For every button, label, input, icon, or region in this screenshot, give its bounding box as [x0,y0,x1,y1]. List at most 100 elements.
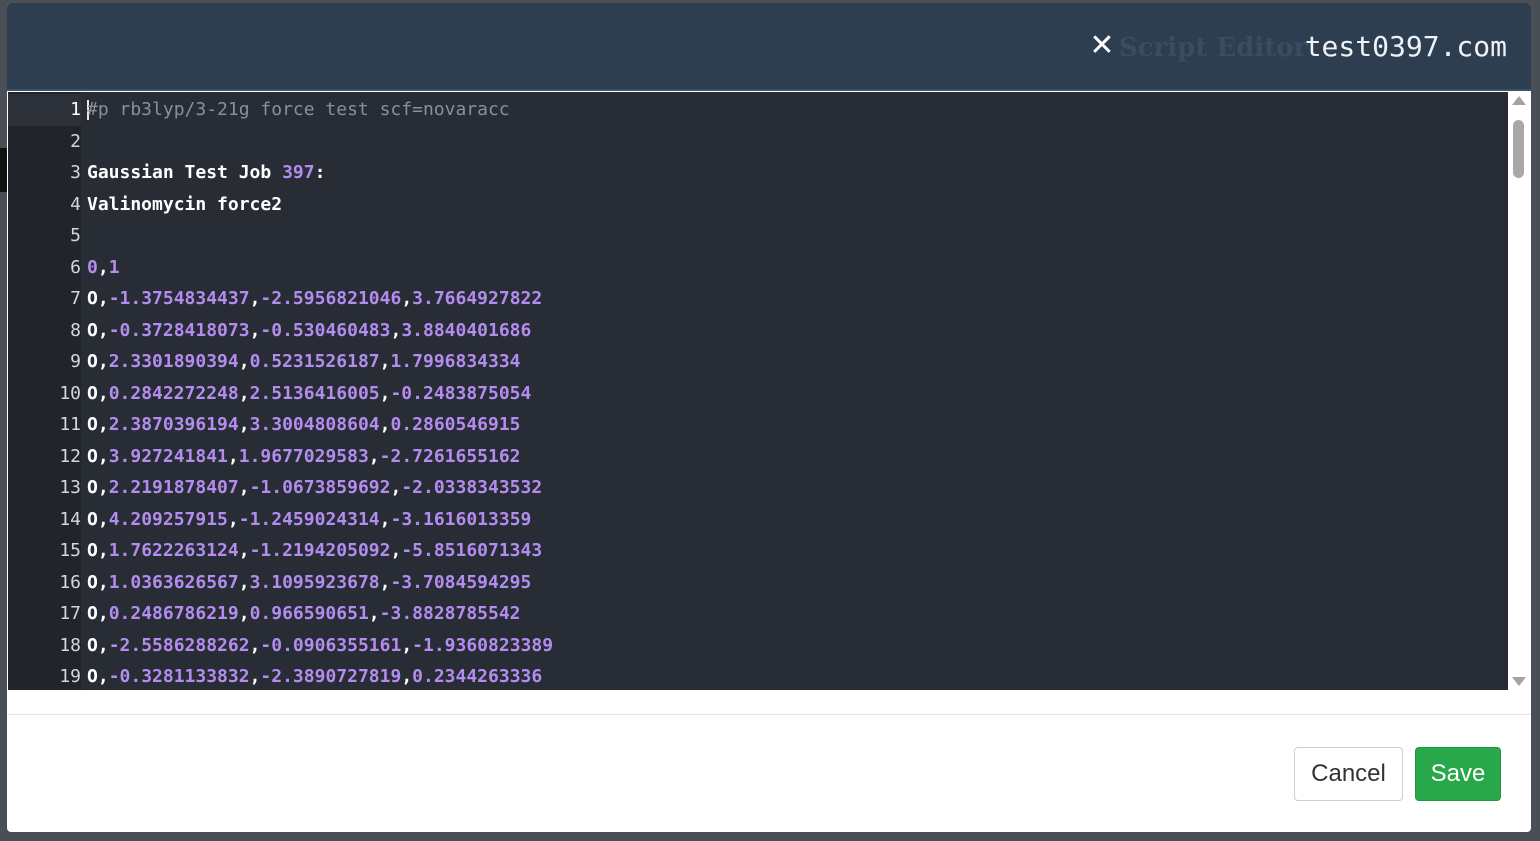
code-token: 3.1095923678 [249,571,380,593]
save-button[interactable]: Save [1415,747,1501,801]
line-code[interactable]: O,2.3301890394,0.5231526187,1.7996834334 [87,346,521,378]
line-code[interactable]: #p rb3lyp/3-21g force test scf=novaracc [87,94,510,126]
code-token: , [401,634,413,656]
editor-line[interactable]: 8 O,-0.3728418073,-0.530460483,3.88404016… [8,315,1508,347]
editor-line[interactable]: 6 0,1 [8,252,1508,284]
code-token: O, [87,477,109,498]
editor-line[interactable]: 7 O,-1.3754834437,-2.5956821046,3.7664927… [8,283,1508,315]
editor-line[interactable]: 3 Gaussian Test Job 397: [8,157,1508,189]
line-number-label: 2 [70,130,81,152]
line-number-label: 7 [70,288,81,309]
line-number-label: 4 [70,193,81,215]
line-number: 17 [8,598,81,630]
editor-line[interactable]: 5 [8,220,1508,252]
line-code[interactable]: O,1.7622263124,-1.2194205092,-5.85160713… [87,535,542,567]
code-token: , [368,445,380,467]
cancel-button[interactable]: Cancel [1294,747,1403,801]
editor-line[interactable]: 16 O,1.0363626567,3.1095923678,-3.7084594… [8,567,1508,599]
line-number: 15 [8,535,81,567]
editor-line[interactable]: 12 O,3.927241841,1.9677029583,-2.72616551… [8,441,1508,473]
editor-line[interactable]: 15 O,1.7622263124,-1.2194205092,-5.851607… [8,535,1508,567]
code-token: 4.209257915 [108,508,228,530]
code-token: -1.3754834437 [108,288,250,309]
code-token: , [249,288,261,309]
code-token: : [314,162,326,183]
code-token: -2.5956821046 [260,288,402,309]
code-token: O, [87,571,109,593]
editor-scrollbar[interactable] [1508,92,1529,690]
code-token: O, [87,382,109,404]
scroll-thumb[interactable] [1513,120,1524,178]
footer-divider [7,714,1531,715]
editor-line[interactable]: 11 O,2.3870396194,3.3004808604,0.28605469… [8,409,1508,441]
line-code[interactable]: O,-1.3754834437,-2.5956821046,3.76649278… [87,283,542,315]
code-token: -1.0673859692 [249,477,391,498]
line-number: 2 [8,126,81,158]
close-icon[interactable]: ✕ [1088,29,1116,63]
editor-line[interactable]: 2 [8,126,1508,158]
code-token: , [227,508,239,530]
code-editor[interactable]: 1 #p rb3lyp/3-21g force test scf=novaracc… [8,92,1529,690]
code-token: 1.7622263124 [108,540,239,561]
line-code[interactable]: O,2.3870396194,3.3004808604,0.2860546915 [87,409,521,441]
line-number-label: 12 [59,445,81,467]
editor-line[interactable]: 18 O,-2.5586288262,-0.0906355161,-1.93608… [8,630,1508,662]
code-token: -1.9360823389 [412,634,554,656]
line-code[interactable]: Gaussian Test Job 397: [87,157,325,189]
line-code[interactable]: O,-0.3281133832,-2.3890727819,0.23442633… [87,661,542,690]
line-number-label: 19 [59,666,81,687]
editor-line[interactable]: 13 O,2.2191878407,-1.0673859692,-2.033834… [8,472,1508,504]
line-code[interactable]: O,0.2842272248,2.5136416005,-0.248387505… [87,378,531,410]
code-token: 2.5136416005 [249,382,380,404]
code-token: O, [87,603,109,624]
editor-line[interactable]: 9 O,2.3301890394,0.5231526187,1.799683433… [8,346,1508,378]
editor-line[interactable]: 10 O,0.2842272248,2.5136416005,-0.2483875… [8,378,1508,410]
code-token: -2.0338343532 [401,477,543,498]
line-number-label: 11 [59,414,81,435]
line-code[interactable]: O,2.2191878407,-1.0673859692,-2.03383435… [87,472,542,504]
line-number: 6 [8,252,81,284]
code-token: 2.3870396194 [108,414,239,435]
line-code[interactable]: O,-2.5586288262,-0.0906355161,-1.9360823… [87,630,553,662]
line-code[interactable]: O,4.209257915,-1.2459024314,-3.161601335… [87,504,531,536]
code-token: -0.3281133832 [108,666,250,687]
line-number: 18 [8,630,81,662]
line-number: 10 [8,378,81,410]
editor-line[interactable]: 19 O,-0.3281133832,-2.3890727819,0.234426… [8,661,1508,690]
line-code[interactable]: 0,1 [87,252,120,284]
line-code[interactable]: O,-0.3728418073,-0.530460483,3.884040168… [87,315,531,347]
code-token: O, [87,634,109,656]
code-token: , [390,540,402,561]
line-number: 11 [8,409,81,441]
code-token: Gaussian Test Job [87,162,283,183]
line-number-label: 16 [59,571,81,593]
editor-line[interactable]: 17 O,0.2486786219,0.966590651,-3.88287855… [8,598,1508,630]
scroll-up-arrow-icon[interactable] [1512,96,1526,105]
code-token: O, [87,351,109,372]
editor-line[interactable]: 1 #p rb3lyp/3-21g force test scf=novaracc [8,94,1508,126]
line-number-label: 10 [59,382,81,404]
line-number: 5 [8,220,81,252]
line-number-label: 5 [70,225,81,246]
line-code[interactable]: Valinomycin force2 [87,189,282,221]
line-code[interactable]: O,3.927241841,1.9677029583,-2.7261655162 [87,441,521,473]
line-number: 13 [8,472,81,504]
code-token: , [227,445,239,467]
code-token: Valinomycin force2 [87,193,283,215]
code-token: -0.2483875054 [390,382,532,404]
code-token: 0.2842272248 [108,382,239,404]
editor-line[interactable]: 4 Valinomycin force2 [8,189,1508,221]
code-token: -1.2194205092 [249,540,391,561]
line-number: 19 [8,661,81,690]
editor-line[interactable]: 14 O,4.209257915,-1.2459024314,-3.1616013… [8,504,1508,536]
code-token: -5.8516071343 [401,540,543,561]
line-code[interactable]: O,1.0363626567,3.1095923678,-3.708459429… [87,567,531,599]
code-token: , [379,351,391,372]
code-token: , [379,382,391,404]
code-token: , [238,571,250,593]
code-token: O, [87,288,109,309]
line-code[interactable]: O,0.2486786219,0.966590651,-3.8828785542 [87,598,521,630]
scroll-down-arrow-icon[interactable] [1512,677,1526,686]
code-token: , [238,414,250,435]
line-number-label: 3 [70,162,81,183]
